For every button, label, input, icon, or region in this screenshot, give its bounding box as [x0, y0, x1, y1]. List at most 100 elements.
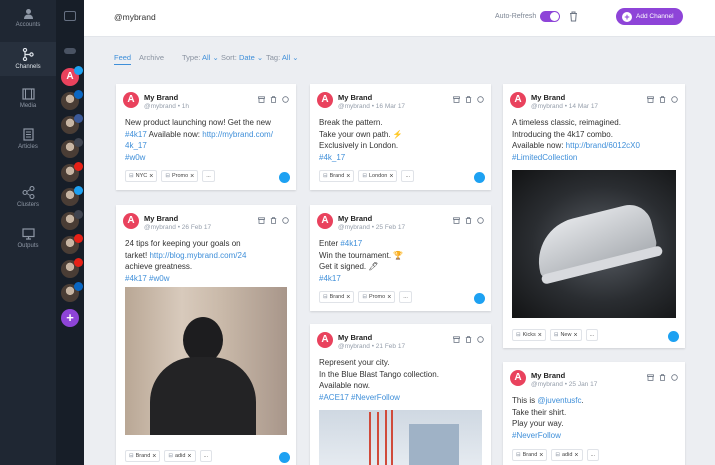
archive-icon[interactable] — [453, 336, 460, 343]
post-line: tarket! http://blog.mybrand.com/24 — [125, 250, 288, 262]
tag-chip[interactable]: ⊟ adid × — [164, 450, 196, 462]
archive-icon[interactable] — [453, 96, 460, 103]
channel-list-toggle[interactable] — [64, 11, 76, 21]
post-image[interactable] — [512, 170, 676, 318]
status-circle-icon[interactable] — [477, 217, 484, 224]
archive-icon[interactable] — [647, 374, 654, 381]
trash-icon[interactable] — [465, 217, 472, 224]
post-card[interactable]: A My Brand @mybrand • 26 Feb 17 24 tips for… — [116, 205, 296, 465]
status-circle-icon[interactable] — [671, 96, 678, 103]
post-card[interactable]: A My Brand @mybrand • 1h New product launch… — [116, 84, 296, 190]
post-link[interactable]: #ACE17 #NeverFollow — [319, 393, 400, 402]
tag-chip[interactable]: ⊟ London × — [358, 170, 398, 182]
post-link[interactable]: #NeverFollow — [512, 431, 561, 440]
post-card[interactable]: A My Brand @mybrand • 25 Jan 17 This is @ju… — [503, 362, 685, 465]
post-link[interactable]: #LimitedCollection — [512, 153, 577, 162]
tag-chip[interactable]: ... — [585, 329, 599, 341]
tag-chip[interactable]: ⊟ Kicks × — [512, 329, 546, 341]
tag-chip[interactable]: ⊟ Promo × — [358, 291, 396, 303]
trash-icon[interactable] — [465, 96, 472, 103]
post-link[interactable]: #w0w — [125, 153, 145, 162]
post-image[interactable] — [125, 287, 287, 435]
brand-avatar: A — [510, 370, 526, 386]
trash-icon[interactable] — [465, 336, 472, 343]
add-channel-button[interactable]: + Add Channel — [616, 8, 683, 25]
archive-icon[interactable] — [258, 96, 265, 103]
trash-icon[interactable] — [569, 11, 578, 22]
tag-chip[interactable]: ⊟ Brand × — [512, 449, 548, 461]
remove-tag-icon[interactable]: × — [387, 294, 391, 301]
type-filter[interactable]: Type: All ⌄ — [182, 53, 219, 62]
trash-icon[interactable] — [270, 217, 277, 224]
status-circle-icon[interactable] — [282, 217, 289, 224]
nav-articles[interactable]: Articles — [0, 128, 56, 152]
post-card[interactable]: A My Brand @mybrand • 14 Mar 17 A timeless … — [503, 84, 685, 348]
archive-icon[interactable] — [647, 96, 654, 103]
remove-tag-icon[interactable]: × — [190, 173, 194, 180]
tag-chip[interactable]: ⊟ Promo × — [161, 170, 199, 182]
post-link[interactable]: @juventusfc — [537, 396, 581, 405]
tag-chip[interactable]: ⊟ Brand × — [319, 170, 355, 182]
remove-tag-icon[interactable]: × — [573, 332, 577, 339]
tag-list: ⊟ Brand × ⊟ London ×... — [319, 170, 415, 182]
trash-icon[interactable] — [659, 374, 666, 381]
tag-chip[interactable]: ⊟ adid × — [551, 449, 583, 461]
post-image[interactable] — [319, 410, 482, 465]
nav-accounts[interactable]: Accounts — [0, 8, 56, 30]
post-link[interactable]: #4k17 #w0w — [125, 274, 169, 283]
status-circle-icon[interactable] — [671, 374, 678, 381]
crane-structure — [385, 410, 393, 465]
nav-channels[interactable]: Channels — [0, 42, 56, 76]
nav-clusters[interactable]: Clusters — [0, 186, 56, 212]
post-link[interactable]: #4k17 — [340, 239, 362, 248]
tag-chip[interactable]: ⊟ Brand × — [125, 450, 161, 462]
tag-chip[interactable]: ⊟ New × — [549, 329, 582, 341]
post-card[interactable]: A My Brand @mybrand • 16 Mar 17 Break the p… — [310, 84, 491, 190]
post-link[interactable]: #4k17 — [125, 130, 147, 139]
trash-icon[interactable] — [659, 96, 666, 103]
channel-search-icon[interactable] — [64, 48, 76, 54]
post-card[interactable]: A My Brand @mybrand • 21 Feb 17 Represent y… — [310, 324, 491, 465]
tag-chip[interactable]: ⊟ NYC × — [125, 170, 158, 182]
archive-icon[interactable] — [453, 217, 460, 224]
remove-tag-icon[interactable]: × — [346, 173, 350, 180]
post-link[interactable]: #4k17 — [319, 274, 341, 283]
remove-tag-icon[interactable]: × — [538, 332, 542, 339]
post-card[interactable]: A My Brand @mybrand • 25 Feb 17 Enter #4k17… — [310, 205, 491, 311]
tag-chip[interactable]: ... — [202, 170, 215, 182]
tag-filter[interactable]: Tag: All ⌄ — [266, 53, 299, 62]
sort-filter[interactable]: Sort: Date ⌄ — [221, 53, 263, 62]
remove-tag-icon[interactable]: × — [574, 452, 578, 459]
status-circle-icon[interactable] — [477, 336, 484, 343]
remove-tag-icon[interactable]: × — [389, 173, 393, 180]
remove-tag-icon[interactable]: × — [149, 173, 153, 180]
tab-feed[interactable]: Feed — [114, 53, 132, 65]
tag-label: ... — [206, 173, 211, 179]
account-name: My Brand — [144, 93, 179, 102]
tag-chip[interactable]: ... — [399, 291, 412, 303]
tag-list: ⊟ NYC × ⊟ Promo ×... — [125, 170, 215, 182]
add-channel-icon[interactable]: + — [61, 309, 79, 327]
remove-tag-icon[interactable]: × — [539, 452, 543, 459]
post-link[interactable]: http://brand/6012cX0 — [566, 141, 640, 150]
remove-tag-icon[interactable]: × — [152, 453, 156, 460]
remove-tag-icon[interactable]: × — [187, 453, 191, 460]
tag-chip[interactable]: ... — [199, 450, 213, 462]
tag-chip[interactable]: ... — [586, 449, 600, 461]
status-circle-icon[interactable] — [477, 96, 484, 103]
archive-icon[interactable] — [258, 217, 265, 224]
post-link[interactable]: http://mybrand.com/ — [202, 130, 273, 139]
remove-tag-icon[interactable]: × — [346, 294, 350, 301]
status-circle-icon[interactable] — [282, 96, 289, 103]
auto-refresh-toggle[interactable] — [540, 11, 560, 22]
account-handle: @mybrand — [531, 381, 563, 388]
tag-chip[interactable]: ... — [401, 170, 415, 182]
nav-media[interactable]: Media — [0, 88, 56, 112]
trash-icon[interactable] — [270, 96, 277, 103]
nav-outputs[interactable]: Outputs — [0, 228, 56, 254]
post-link[interactable]: http://blog.mybrand.com/24 — [149, 251, 246, 260]
tab-archive[interactable]: Archive — [139, 53, 164, 62]
post-link[interactable]: 4k_17 — [125, 141, 147, 150]
tag-chip[interactable]: ⊟ Brand × — [319, 291, 355, 303]
post-link[interactable]: #4k_17 — [319, 153, 345, 162]
